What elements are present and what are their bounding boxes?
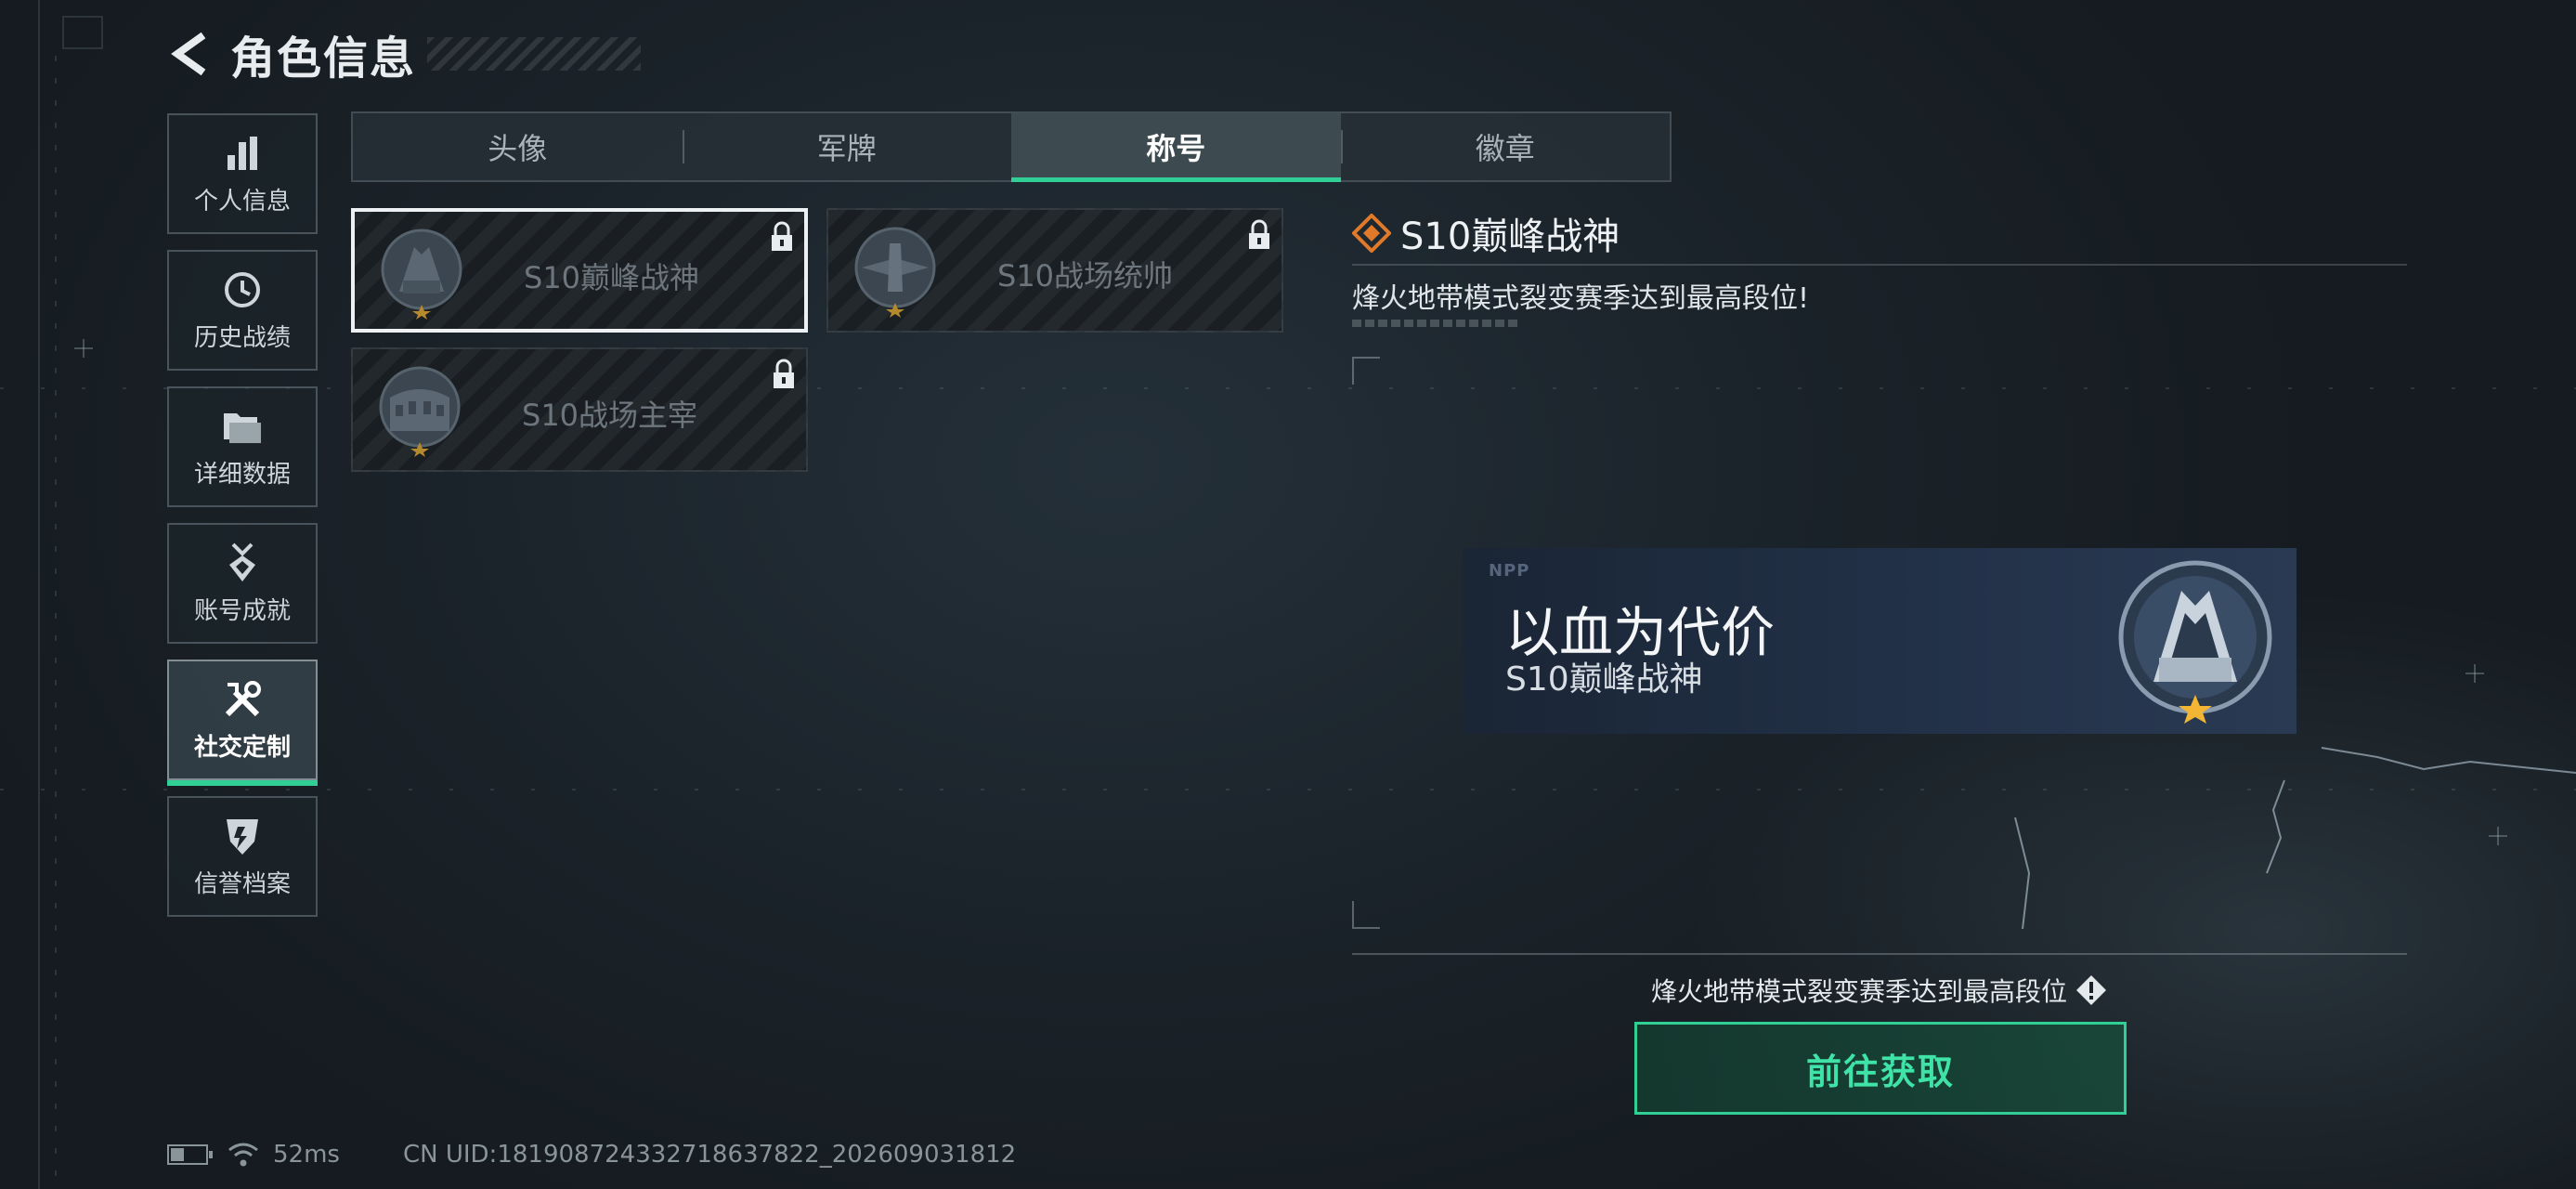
sidebar: 个人信息 历史战绩 详细数据 账号成就 社交定制 信誉档案 (167, 113, 318, 933)
title-card-name: S10战场统帅 (997, 258, 1174, 294)
title-preview-banner: NPP 以血为代价 S10巅峰战神 (1463, 548, 2296, 734)
go-obtain-button[interactable]: 前往获取 (1634, 1022, 2127, 1115)
rarity-diamond-icon (1352, 214, 1391, 253)
divider (1352, 953, 2407, 955)
title-decoration (427, 37, 642, 71)
tab-title[interactable]: 称号 (1011, 113, 1341, 182)
user-uid: CN UID:181908724332718637822_20260903181… (402, 1141, 1017, 1169)
medal-icon (221, 542, 264, 584)
tower-emblem-icon (381, 229, 462, 320)
banner-logo: NPP (1489, 561, 1530, 581)
lock-icon (772, 221, 792, 251)
sidebar-item-label: 详细数据 (193, 460, 291, 489)
back-arrow-icon (171, 32, 206, 76)
divider (1352, 264, 2407, 266)
history-clock-icon (221, 268, 264, 311)
sidebar-item-details[interactable]: 详细数据 (167, 386, 318, 507)
page-title: 角色信息 (230, 33, 417, 85)
sidebar-item-label: 信誉档案 (193, 869, 291, 898)
header-bar: 角色信息 (167, 26, 642, 85)
folder-icon (221, 405, 264, 448)
detail-title: S10巅峰战神 (1400, 216, 1620, 258)
battery-icon (167, 1144, 213, 1165)
title-card-battlefield-commander[interactable]: S10战场统帅 (826, 208, 1283, 333)
status-bar: 52ms CN UID:181908724332718637822_202609… (167, 1139, 1016, 1170)
detail-header: S10巅峰战神 (1352, 206, 1620, 260)
detail-description: 烽火地带模式裂变赛季达到最高段位! (1352, 282, 1810, 315)
ping-value: 52ms (273, 1141, 340, 1169)
wifi-icon (228, 1143, 258, 1167)
banner-subtitle: S10巅峰战神 (1505, 660, 1703, 699)
tab-bar: 头像 军牌 称号 徽章 (351, 111, 1672, 182)
title-card-peak-war-god[interactable]: S10巅峰战神 (351, 208, 808, 333)
sidebar-item-social[interactable]: 社交定制 (167, 660, 318, 786)
tab-avatar[interactable]: 头像 (353, 113, 683, 180)
title-card-name: S10战场主宰 (522, 398, 698, 433)
sidebar-item-label: 社交定制 (193, 733, 291, 762)
frame-corner (1352, 357, 1380, 385)
sidebar-item-credit[interactable]: 信誉档案 (167, 796, 318, 917)
tower-emblem-icon (2118, 560, 2272, 724)
tab-dog-tag[interactable]: 军牌 (682, 113, 1012, 180)
sidebar-item-history[interactable]: 历史战绩 (167, 250, 318, 371)
sidebar-item-label: 账号成就 (193, 596, 291, 625)
sidebar-item-profile[interactable]: 个人信息 (167, 113, 318, 234)
description-decoration (1352, 320, 1519, 327)
sidebar-item-achievements[interactable]: 账号成就 (167, 523, 318, 644)
bar-chart-icon (221, 132, 264, 175)
battery-level (171, 1148, 184, 1161)
back-button[interactable] (167, 31, 214, 77)
lock-icon (1249, 219, 1269, 249)
shield-icon (221, 815, 264, 857)
requirement-row: 烽火地带模式裂变赛季达到最高段位 (1352, 972, 2407, 1009)
sidebar-item-label: 历史战绩 (193, 323, 291, 352)
colosseum-emblem-icon (379, 366, 461, 457)
title-card-name: S10巅峰战神 (524, 260, 700, 295)
aircraft-emblem-icon (854, 227, 936, 318)
go-obtain-label: 前往获取 (1805, 1051, 1955, 1092)
frame-corner (1352, 901, 1380, 929)
title-card-battlefield-master[interactable]: S10战场主宰 (351, 347, 808, 472)
tab-badge[interactable]: 徽章 (1340, 113, 1671, 180)
sidebar-item-label: 个人信息 (193, 187, 291, 216)
requirement-text: 烽火地带模式裂变赛季达到最高段位 (1650, 976, 2067, 1007)
warning-diamond-icon[interactable] (2075, 973, 2108, 1007)
lock-icon (774, 359, 794, 388)
tools-icon (221, 678, 264, 721)
